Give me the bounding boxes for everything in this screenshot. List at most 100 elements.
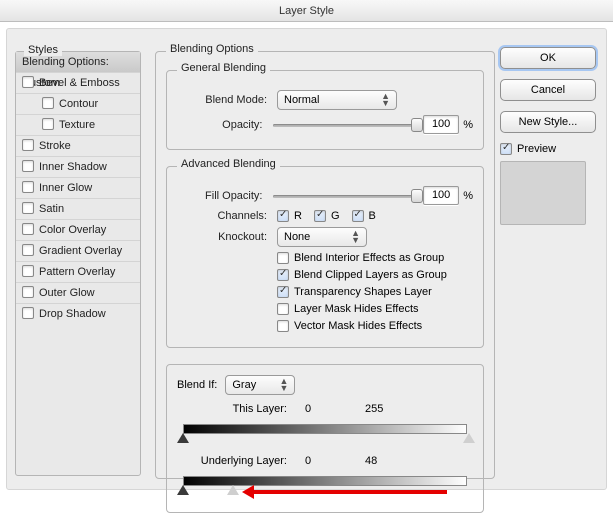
advanced-blending-group: Advanced Blending Fill Opacity: 100 % Ch… (166, 166, 484, 348)
blend-if-value: Gray (232, 379, 256, 391)
new-style-button[interactable]: New Style... (500, 111, 596, 133)
layer-mask-hides-checkbox[interactable] (277, 303, 289, 315)
styles-inner-shadow[interactable]: Inner Shadow (16, 157, 140, 178)
styles-item-label: Outer Glow (39, 287, 95, 299)
styles-contour[interactable]: Contour (16, 94, 140, 115)
styles-item-label: Contour (59, 98, 98, 110)
checkbox-icon[interactable] (22, 76, 34, 88)
general-blending-group: General Blending Blend Mode: Normal ▲▼ O… (166, 70, 484, 150)
fill-opacity-slider[interactable] (273, 189, 416, 203)
group-title: General Blending (177, 62, 270, 74)
vector-mask-hides-checkbox[interactable] (277, 320, 289, 332)
checkbox-icon[interactable] (22, 160, 34, 172)
styles-item-label: Inner Shadow (39, 161, 107, 173)
checkbox-icon[interactable] (42, 97, 54, 109)
channel-r-checkbox[interactable] (277, 210, 289, 222)
preview-swatch (500, 161, 586, 225)
checkbox-icon[interactable] (22, 223, 34, 235)
blend-if-group: Blend If: Gray ▲▼ This Layer: 0 255 (166, 364, 484, 513)
styles-texture[interactable]: Texture (16, 115, 140, 136)
underlying-low: 0 (305, 455, 365, 467)
updown-icon: ▲▼ (351, 230, 360, 244)
styles-item-label: Drop Shadow (39, 308, 106, 320)
dialog: Styles Blending Options: Custom Bevel & … (6, 28, 607, 490)
opt-label: Layer Mask Hides Effects (294, 303, 419, 315)
opt-label: Blend Interior Effects as Group (294, 252, 444, 264)
styles-pattern-overlay[interactable]: Pattern Overlay (16, 262, 140, 283)
opacity-input[interactable]: 100 (423, 115, 459, 134)
this-layer-label: This Layer: (177, 403, 287, 415)
styles-item-label: Color Overlay (39, 224, 106, 236)
blend-mode-label: Blend Mode: (177, 94, 267, 106)
checkbox-icon[interactable] (22, 139, 34, 151)
this-layer-high: 255 (365, 403, 383, 415)
underlying-layer-gradient[interactable] (177, 472, 473, 502)
cancel-button[interactable]: Cancel (500, 79, 596, 101)
styles-bevel-emboss[interactable]: Bevel & Emboss (16, 73, 140, 94)
styles-item-label: Stroke (39, 140, 71, 152)
opt-label: Transparency Shapes Layer (294, 286, 432, 298)
styles-item-label: Pattern Overlay (39, 266, 115, 278)
ok-button[interactable]: OK (500, 47, 596, 69)
fill-opacity-label: Fill Opacity: (177, 190, 263, 202)
opacity-slider[interactable] (273, 118, 416, 132)
styles-inner-glow[interactable]: Inner Glow (16, 178, 140, 199)
styles-stroke[interactable]: Stroke (16, 136, 140, 157)
styles-item-label: Satin (39, 203, 64, 215)
styles-item-label: Bevel & Emboss (39, 77, 120, 89)
opt-label: Blend Clipped Layers as Group (294, 269, 447, 281)
updown-icon: ▲▼ (381, 93, 390, 107)
pct-label: % (463, 119, 473, 131)
underlying-high: 48 (365, 455, 377, 467)
pct-label: % (463, 190, 473, 202)
arrow-annotation-icon (247, 490, 447, 494)
blend-mode-select[interactable]: Normal ▲▼ (277, 90, 397, 110)
knockout-select[interactable]: None ▲▼ (277, 227, 367, 247)
styles-panel: Styles Blending Options: Custom Bevel & … (15, 51, 141, 476)
styles-color-overlay[interactable]: Color Overlay (16, 220, 140, 241)
channel-b-label: B (369, 210, 376, 222)
blending-options-group: Blending Options General Blending Blend … (155, 51, 495, 479)
blend-clipped-checkbox[interactable] (277, 269, 289, 281)
blend-if-select[interactable]: Gray ▲▼ (225, 375, 295, 395)
group-title: Blending Options (166, 43, 258, 55)
opt-label: Vector Mask Hides Effects (294, 320, 422, 332)
channels-label: Channels: (177, 210, 267, 222)
channel-b-checkbox[interactable] (352, 210, 364, 222)
button-column: OK Cancel New Style... Preview (500, 47, 596, 225)
checkbox-icon[interactable] (22, 286, 34, 298)
styles-drop-shadow[interactable]: Drop Shadow (16, 304, 140, 325)
blend-if-label: Blend If: (177, 379, 217, 391)
titlebar: Layer Style (0, 0, 613, 22)
knockout-label: Knockout: (177, 231, 267, 243)
checkbox-icon[interactable] (22, 307, 34, 319)
checkbox-icon[interactable] (22, 244, 34, 256)
channel-g-checkbox[interactable] (314, 210, 326, 222)
knockout-value: None (284, 231, 310, 243)
preview-label: Preview (517, 143, 556, 155)
fill-opacity-input[interactable]: 100 (423, 186, 459, 205)
underlying-layer-label: Underlying Layer: (177, 455, 287, 467)
checkbox-icon[interactable] (42, 118, 54, 130)
group-title: Advanced Blending (177, 158, 280, 170)
preview-checkbox[interactable] (500, 143, 512, 155)
options-panel: Blending Options General Blending Blend … (155, 41, 495, 479)
styles-outer-glow[interactable]: Outer Glow (16, 283, 140, 304)
channel-g-label: G (331, 210, 340, 222)
blend-mode-value: Normal (284, 94, 319, 106)
checkbox-icon[interactable] (22, 265, 34, 277)
updown-icon: ▲▼ (279, 378, 288, 392)
styles-item-label: Texture (59, 119, 95, 131)
checkbox-icon[interactable] (22, 202, 34, 214)
this-layer-gradient[interactable] (177, 420, 473, 450)
opacity-label: Opacity: (177, 119, 263, 131)
styles-header: Styles (24, 44, 62, 56)
blend-interior-checkbox[interactable] (277, 252, 289, 264)
this-layer-low: 0 (305, 403, 365, 415)
styles-item-label: Gradient Overlay (39, 245, 122, 257)
transparency-shapes-checkbox[interactable] (277, 286, 289, 298)
styles-satin[interactable]: Satin (16, 199, 140, 220)
styles-gradient-overlay[interactable]: Gradient Overlay (16, 241, 140, 262)
styles-item-label: Inner Glow (39, 182, 92, 194)
checkbox-icon[interactable] (22, 181, 34, 193)
